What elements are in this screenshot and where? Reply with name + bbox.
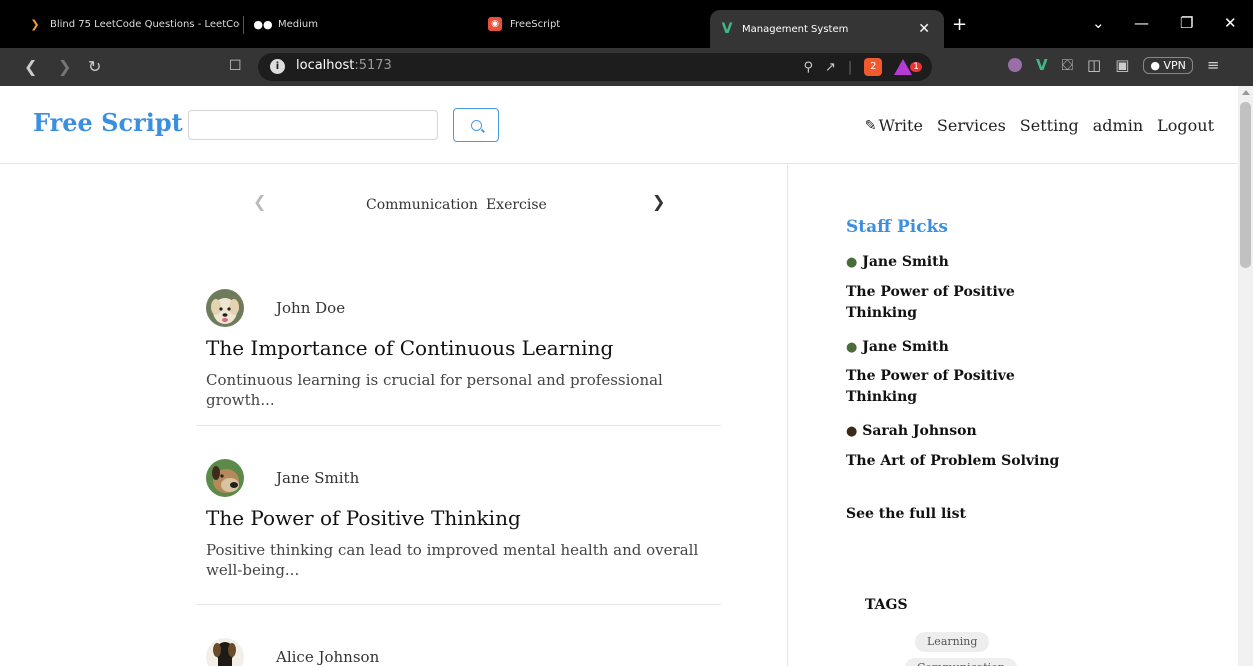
author-avatar [206, 638, 244, 666]
vue-devtools-icon[interactable]: V [1036, 56, 1048, 74]
brave-shields-icon[interactable]: 2 [864, 58, 883, 76]
site-info-icon[interactable]: i [270, 59, 285, 74]
new-tab-button[interactable]: + [952, 14, 967, 35]
tags-title: TAGS [865, 597, 908, 613]
author-avatar-icon: ● [846, 340, 858, 355]
author-name[interactable]: Jane Smith [276, 469, 359, 487]
author-avatar [206, 289, 244, 327]
setting-link[interactable]: Setting [1020, 116, 1079, 135]
bookmark-icon[interactable]: ☐ [229, 58, 242, 74]
category-carousel: Communication Exercise [366, 197, 547, 213]
site-header: Free Script ✎ Write Services Setting adm… [0, 86, 1238, 164]
tab-medium[interactable]: ●● Medium [246, 8, 466, 40]
category-next-arrow[interactable]: ❯ [652, 192, 665, 211]
site-logo[interactable]: Free Script [33, 108, 183, 137]
scroll-up-icon[interactable] [1242, 90, 1250, 95]
brave-rewards-icon[interactable] [894, 59, 913, 75]
edit-icon: ✎ [864, 117, 877, 134]
author-name[interactable]: Alice Johnson [276, 648, 379, 666]
admin-link[interactable]: admin [1093, 116, 1143, 135]
pick-title[interactable]: The Art of Problem Solving [846, 451, 1066, 472]
top-nav: ✎ Write Services Setting admin Logout [865, 116, 1214, 135]
minimize-button[interactable]: — [1134, 14, 1149, 32]
article-divider [196, 425, 721, 426]
category-item[interactable]: Exercise [486, 197, 547, 213]
tab-label: Blind 75 LeetCode Questions - LeetCode D… [50, 18, 240, 30]
pick-author[interactable]: ● Jane Smith [846, 254, 949, 270]
article-divider [196, 604, 721, 605]
tab-label: FreeScript [510, 18, 561, 30]
staff-picks-title: Staff Picks [846, 217, 948, 237]
extensions-puzzle-icon[interactable]: ⛋ [1062, 56, 1073, 74]
address-url[interactable]: localhost:5173 [296, 58, 392, 73]
close-tab-icon[interactable]: ✕ [918, 21, 930, 37]
browser-tab-bar: ❯ Blind 75 LeetCode Questions - LeetCode… [0, 0, 1253, 48]
wallet-icon[interactable]: ▣ [1115, 56, 1129, 74]
back-button[interactable]: ❮ [24, 57, 37, 76]
article-card[interactable]: John Doe The Importance of Continuous Le… [196, 288, 721, 410]
tab-leetcode[interactable]: ❯ Blind 75 LeetCode Questions - LeetCode… [18, 8, 240, 40]
tab-label: Management System [742, 23, 849, 35]
pick-title[interactable]: The Power of Positive Thinking [846, 366, 1016, 408]
vue-icon: V [721, 21, 733, 37]
tab-freescript[interactable]: ◉ FreeScript [478, 8, 700, 40]
pick-author[interactable]: ● Sarah Johnson [846, 423, 977, 439]
tab-label: Medium [278, 18, 318, 30]
article-title[interactable]: The Importance of Continuous Learning [206, 336, 721, 360]
tag-chip[interactable]: Communication [905, 658, 1017, 666]
scrollbar-thumb[interactable] [1240, 102, 1251, 268]
article-title[interactable]: The Power of Positive Thinking [206, 506, 721, 530]
sidebar-toggle-icon[interactable]: ◫ [1087, 56, 1101, 74]
article-excerpt: Positive thinking can lead to improved m… [206, 541, 699, 579]
author-name[interactable]: John Doe [276, 299, 345, 317]
article-card[interactable]: Jane Smith The Power of Positive Thinkin… [196, 458, 721, 580]
browser-toolbar: ❮ ❯ ↻ ☐ i localhost:5173 ⚲ ↗ | 2 1 V ⛋ ◫… [0, 48, 1253, 86]
freescript-icon: ◉ [488, 17, 502, 31]
search-button[interactable] [453, 108, 499, 142]
vpn-button[interactable]: ● VPN [1143, 56, 1193, 74]
tag-chip[interactable]: Learning [915, 632, 990, 652]
search-icon [470, 119, 482, 131]
medium-icon: ●● [253, 17, 273, 31]
menu-icon[interactable]: ≡ [1207, 56, 1220, 74]
key-icon[interactable]: ⚲ [803, 60, 813, 75]
category-prev-arrow[interactable]: ❮ [253, 192, 266, 211]
write-link[interactable]: ✎ Write [865, 116, 923, 135]
share-icon[interactable]: ↗ [825, 60, 836, 75]
tab-management-system[interactable]: V Management System ✕ [710, 10, 944, 48]
article-feed: ❮ Communication Exercise ❯ John Doe The … [0, 165, 788, 666]
see-full-list-link[interactable]: See the full list [846, 506, 966, 522]
logout-link[interactable]: Logout [1157, 116, 1214, 135]
extension-icon[interactable] [1008, 58, 1022, 72]
article-excerpt: Continuous learning is crucial for perso… [206, 371, 663, 409]
restore-button[interactable]: ❐ [1180, 14, 1193, 32]
address-bar[interactable]: i localhost:5173 ⚲ ↗ | 2 1 [258, 53, 932, 81]
services-link[interactable]: Services [937, 116, 1006, 135]
page-scrollbar[interactable] [1238, 86, 1253, 666]
category-item[interactable]: Communication [366, 197, 478, 213]
reload-button[interactable]: ↻ [88, 57, 101, 76]
tab-search-icon[interactable]: ⌄ [1092, 14, 1105, 32]
search-input[interactable] [188, 110, 438, 140]
leetcode-icon: ❯ [30, 17, 40, 31]
pick-title[interactable]: The Power of Positive Thinking [846, 282, 1016, 324]
forward-button[interactable]: ❯ [58, 57, 71, 76]
close-window-button[interactable]: ✕ [1224, 14, 1237, 32]
article-card[interactable]: Alice Johnson [196, 637, 721, 666]
pick-author[interactable]: ● Jane Smith [846, 339, 949, 355]
author-avatar-icon: ● [846, 424, 858, 439]
author-avatar-icon: ● [846, 255, 858, 270]
sidebar: Staff Picks ● Jane Smith The Power of Po… [788, 165, 1238, 666]
author-avatar [206, 459, 244, 497]
